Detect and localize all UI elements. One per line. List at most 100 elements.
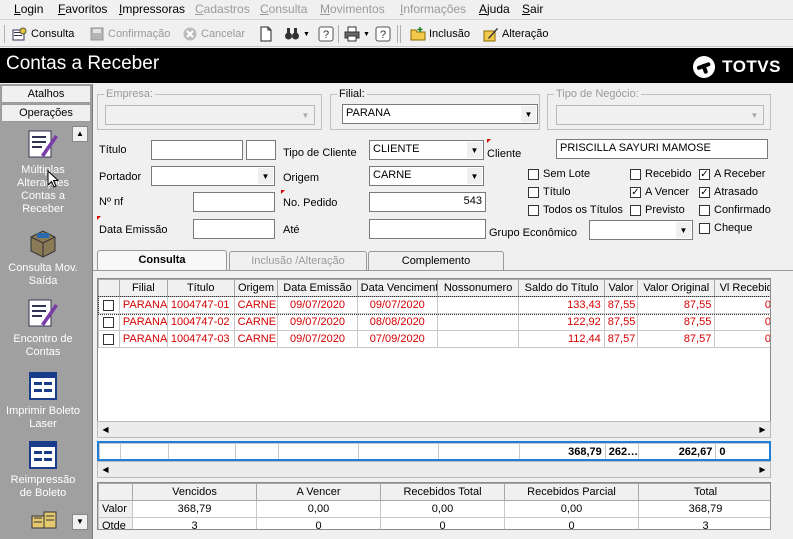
help-button[interactable]: ?	[318, 25, 334, 43]
consulta-button[interactable]: Consulta	[12, 25, 74, 43]
menu-cadastros[interactable]: Cadastros	[195, 2, 250, 16]
column-header-titulo[interactable]: Título	[166, 279, 235, 297]
scroll-down-button[interactable]: ▼	[72, 514, 88, 530]
checkbox-box	[699, 222, 710, 234]
empresa-label: Empresa:	[104, 88, 156, 100]
scroll-right-icon[interactable]: ▶	[755, 422, 770, 437]
chevron-down-icon: ▼	[676, 222, 691, 238]
sem-lote-checkbox[interactable]: Sem Lote	[528, 168, 590, 180]
sidebar-item-imprimir-boleto-laser[interactable]: Imprimir Boleto Laser	[4, 370, 82, 431]
grupo-economico-select[interactable]: ▼	[589, 220, 693, 240]
titulo-input[interactable]	[151, 140, 243, 160]
a-receber-checkbox[interactable]: ✓ A Receber	[699, 168, 765, 180]
ate-input[interactable]	[369, 219, 486, 239]
help-icon: ?	[375, 26, 391, 42]
sidebar-item-consulta-mov-saida[interactable]: Consulta Mov. Saída	[4, 227, 82, 288]
origem-select[interactable]: CARNE ▼	[369, 166, 484, 186]
portador-select[interactable]: ▼	[151, 166, 275, 186]
table-row[interactable]: PARANA 1004747-01 CARNE 09/07/2020 09/07…	[98, 295, 770, 315]
cancelar-button[interactable]: Cancelar	[182, 25, 245, 43]
confirmado-checkbox[interactable]: Confirmado	[699, 204, 771, 216]
summary-cell: 0,00	[380, 500, 505, 518]
confirmacao-button[interactable]: Confirmação	[89, 25, 170, 43]
tab-complemento[interactable]: Complemento	[368, 251, 504, 270]
tipo-negocio-select[interactable]: ▼	[556, 105, 764, 125]
titulo-seq-input[interactable]	[246, 140, 276, 160]
column-header-vl-recebido[interactable]: Vl Recebid	[714, 279, 770, 297]
table-row[interactable]: PARANA 1004747-03 CARNE 09/07/2020 07/09…	[98, 330, 770, 348]
atalhos-header[interactable]: Atalhos	[1, 85, 91, 103]
data-emissao-input[interactable]	[193, 219, 275, 239]
row-select-cell[interactable]	[98, 330, 120, 348]
find-button[interactable]: ▼	[284, 25, 310, 43]
total-cell	[437, 443, 521, 459]
table-cell: 08/08/2020	[356, 313, 438, 331]
column-header-data-vencimento[interactable]: Data Vencimento	[356, 279, 438, 297]
pedido-input[interactable]: 543	[369, 192, 486, 212]
table-row[interactable]: PARANA 1004747-02 CARNE 09/07/2020 08/08…	[98, 313, 770, 331]
confirmacao-label: Confirmação	[108, 28, 171, 40]
tab-inclusao-alteracao[interactable]: Inclusão /Alteração	[229, 251, 367, 270]
column-header-origem[interactable]: Origem	[233, 279, 279, 297]
column-header-filial[interactable]: Filial	[118, 279, 168, 297]
sidebar-item-multiplas-alteracoes[interactable]: Múltiplas Alterações Contas a Receber	[4, 129, 82, 216]
table-cell: 0,	[714, 313, 770, 331]
row-checkbox[interactable]	[103, 299, 115, 311]
new-document-button[interactable]	[258, 25, 274, 43]
menu-favoritos[interactable]: Favoritos	[58, 2, 107, 16]
menu-impressoras[interactable]: Impressoras	[119, 2, 185, 16]
cancelar-label: Cancelar	[201, 28, 246, 40]
alteracao-button[interactable]: Alteração	[483, 25, 548, 43]
tipo-cliente-select[interactable]: CLIENTE ▼	[369, 140, 484, 160]
grid-horizontal-scrollbar[interactable]: ◀ ▶	[97, 421, 771, 438]
atrasado-checkbox[interactable]: ✓ Atrasado	[699, 186, 758, 198]
filial-select[interactable]: PARANA ▼	[342, 104, 538, 124]
sidebar-item-reimpressao-de-boleto[interactable]: Reimpressão de Boleto	[4, 439, 82, 500]
print-button[interactable]: ▼	[344, 25, 370, 43]
help-button[interactable]: ?	[375, 25, 391, 43]
sidebar-item-encontro-de-contas[interactable]: Encontro de Contas	[4, 298, 82, 359]
column-header-nossonumero[interactable]: Nossonumero	[436, 279, 520, 297]
cheque-checkbox[interactable]: Cheque	[699, 222, 753, 234]
column-header-data-emissao[interactable]: Data Emissão	[277, 279, 358, 297]
row-select-cell[interactable]	[98, 296, 120, 314]
total-valor-original: 262,67	[638, 443, 717, 459]
empresa-select[interactable]: ▼	[105, 105, 315, 125]
sidebar-item-label: Múltiplas Alterações Contas a Receber	[17, 164, 69, 215]
chevron-down-icon[interactable]: ▼	[363, 31, 370, 38]
chevron-down-icon[interactable]: ▼	[303, 31, 310, 38]
scroll-right-icon[interactable]: ▶	[755, 462, 770, 477]
tab-consulta[interactable]: Consulta	[97, 250, 227, 271]
nf-input[interactable]	[193, 192, 275, 212]
totals-horizontal-scrollbar[interactable]: ◀ ▶	[97, 461, 771, 478]
document-pen-icon	[28, 299, 58, 327]
titulo-checkbox[interactable]: Título	[528, 186, 571, 198]
page-title: Contas a Receber	[6, 53, 160, 74]
menu-informacoes[interactable]: Informações	[400, 2, 466, 16]
operacoes-header[interactable]: Operações	[1, 104, 91, 122]
row-checkbox[interactable]	[103, 316, 115, 328]
column-header-valor[interactable]: Valor	[603, 279, 639, 297]
recebido-checkbox[interactable]: Recebido	[630, 168, 691, 180]
boxes-icon[interactable]	[30, 506, 62, 538]
column-header-valor-original[interactable]: Valor Original	[637, 279, 716, 297]
menu-login[interactable]: Login	[14, 2, 43, 16]
previsto-checkbox[interactable]: Previsto	[630, 204, 685, 216]
inclusao-button[interactable]: Inclusão	[410, 25, 470, 43]
a-vencer-checkbox[interactable]: ✓ A Vencer	[630, 186, 689, 198]
todos-titulos-checkbox[interactable]: Todos os Títulos	[528, 204, 623, 216]
scroll-left-icon[interactable]: ◀	[98, 422, 113, 437]
chevron-down-icon: ▼	[467, 142, 482, 158]
menu-movimentos[interactable]: Movimentos	[320, 2, 385, 16]
cliente-input[interactable]: PRISCILLA SAYURI MAMOSE	[556, 139, 768, 159]
column-header-saldo-titulo[interactable]: Saldo do Título	[518, 279, 605, 297]
summary-cell: 0	[504, 517, 639, 529]
menu-sair[interactable]: Sair	[522, 2, 543, 16]
row-select-cell[interactable]	[98, 313, 120, 331]
scroll-left-icon[interactable]: ◀	[98, 462, 113, 477]
menu-consulta[interactable]: Consulta	[260, 2, 307, 16]
menu-ajuda[interactable]: Ajuda	[479, 2, 510, 16]
row-checkbox[interactable]	[103, 333, 115, 345]
total-cell	[119, 443, 169, 459]
table-cell	[436, 313, 520, 331]
